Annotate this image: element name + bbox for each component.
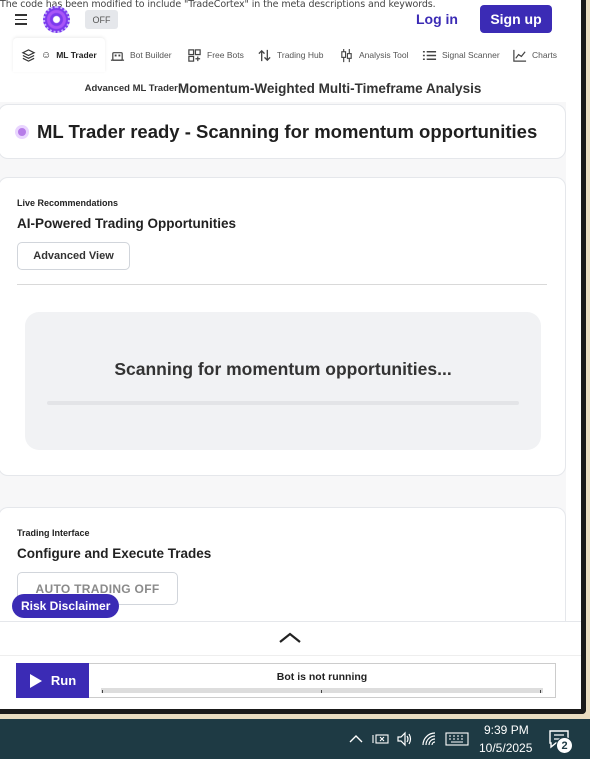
chevron-up-tray-icon[interactable] [349,731,363,747]
bot-status-text: Bot is not running [276,671,368,683]
os-taskbar: 9:39 PM 10/5/2025 2 [0,719,590,759]
line-chart-icon [513,49,527,62]
login-link[interactable]: Log in [416,11,458,27]
tab-label: Signal Scanner [442,50,500,60]
scanning-text: Scanning for momentum opportunities... [114,359,452,379]
page-subtitle: Advanced ML Trader Momentum-Weighted Mul… [0,73,566,103]
bot-status-box: Bot is not running [89,663,556,698]
tab-analysis-tool[interactable]: Analysis Tool [339,38,408,72]
theme-toggle[interactable]: OFF [85,10,118,29]
advanced-view-button[interactable]: Advanced View [17,242,130,270]
signup-button[interactable]: Sign up [480,5,552,33]
tab-label: Bot Builder [130,50,172,60]
subtitle-small: Advanced ML Trader [84,82,178,94]
clock-time[interactable]: 9:39 PM [484,723,529,737]
status-text: ML Trader ready - Scanning for momentum … [37,120,538,142]
grid-plus-icon [188,48,201,62]
robot-icon [110,51,125,61]
header: OFF Log in Sign up [0,0,581,38]
layers-icon [21,48,36,62]
wifi-icon[interactable] [421,731,439,747]
clock-date[interactable]: 10/5/2025 [479,741,532,755]
tab-label: Trading Hub [277,50,324,60]
tab-ml-trader[interactable]: ☺ ML Trader [13,38,105,72]
card-tag: Trading Interface [17,528,90,538]
run-button[interactable]: Run [16,663,89,698]
card-title: Configure and Execute Trades [17,546,212,561]
subtitle-large: Momentum-Weighted Multi-Timeframe Analys… [177,80,482,96]
scanning-progress-bar [47,401,519,405]
tab-charts[interactable]: Charts [512,38,557,72]
app-window: The code has been modified to include "T… [0,0,586,714]
risk-disclaimer-button[interactable]: Risk Disclaimer [12,594,120,618]
chevron-up-icon[interactable] [278,630,302,644]
candlestick-icon [341,48,352,62]
status-card: ML Trader ready - Scanning for momentum … [0,104,566,159]
card-tag: Live Recommendations [17,198,119,208]
tab-label: Charts [532,50,558,60]
volume-icon[interactable] [396,731,414,747]
tab-label: ML Trader [56,50,97,60]
tab-label: Free Bots [207,50,244,60]
hamburger-menu-icon[interactable] [15,14,27,25]
recommendations-card: Live Recommendations AI-Powered Trading … [0,177,566,476]
tab-free-bots[interactable]: Free Bots [187,38,244,72]
touch-keyboard-icon[interactable] [445,731,469,747]
bot-control-panel: Run Bot is not running [0,621,581,709]
tab-bot-builder[interactable]: Bot Builder [110,38,172,72]
scanning-panel: Scanning for momentum opportunities... [25,312,541,450]
play-icon [29,673,42,688]
tab-signal-scanner[interactable]: Signal Scanner [422,38,500,72]
list-icon [422,50,437,60]
arrows-up-down-icon [258,49,271,61]
keyboard-layout-icon[interactable] [372,731,390,747]
card-title: AI-Powered Trading Opportunities [17,216,237,231]
tab-trading-hub[interactable]: Trading Hub [257,38,323,72]
divider [0,655,581,656]
bot-progress-bar [101,688,543,693]
notification-count-badge: 2 [556,737,573,754]
run-label: Run [50,673,77,688]
tab-label: Analysis Tool [359,50,409,60]
robot-face-icon: ☺ [41,49,52,61]
main-nav: ☺ ML Trader Bot Builder Free Bots Tradin… [0,38,581,73]
divider [17,284,547,285]
status-indicator-icon [15,124,29,139]
app-logo[interactable] [43,6,70,33]
